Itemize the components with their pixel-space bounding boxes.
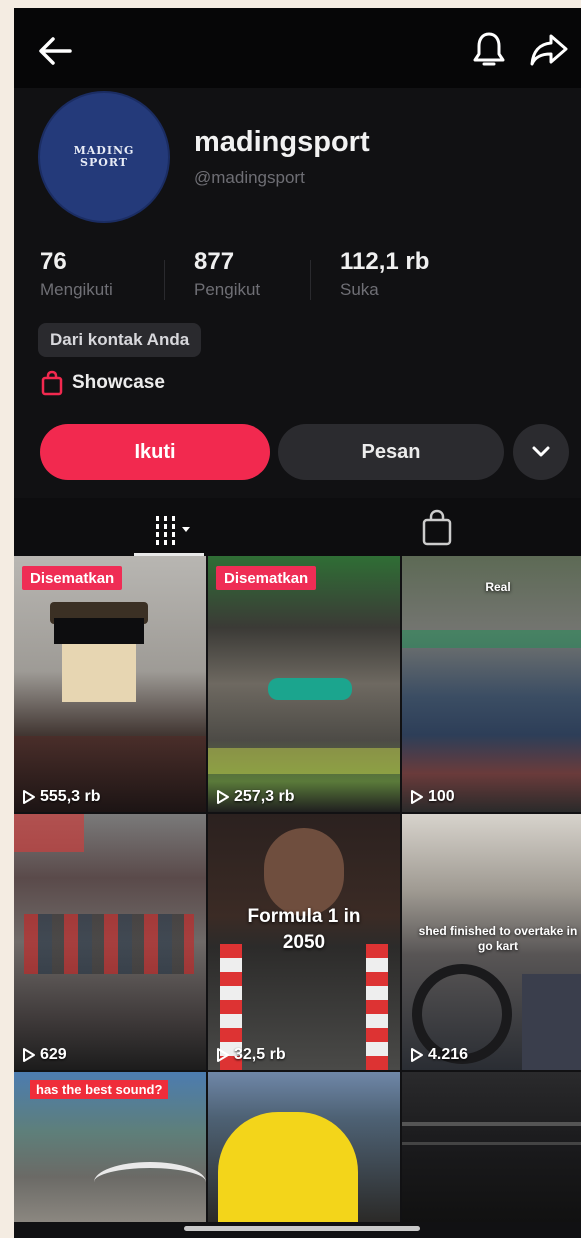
top-bar <box>14 8 581 88</box>
avatar[interactable]: MADING SPORT <box>38 91 170 223</box>
view-count: 555,3 rb <box>22 788 100 806</box>
showcase-label: Showcase <box>72 372 165 393</box>
tab-videos[interactable] <box>144 508 204 548</box>
video-thumbnail[interactable]: has the best sound? <box>14 1072 206 1222</box>
video-thumbnail[interactable]: shed finished to overtake in go kart 4.2… <box>402 814 581 1070</box>
stat-divider <box>164 260 165 300</box>
video-thumbnail[interactable]: Real 100 <box>402 556 581 812</box>
stat-followers[interactable]: 877 Pengikut <box>194 248 260 300</box>
stat-divider <box>310 260 311 300</box>
video-thumbnail[interactable] <box>208 1072 400 1222</box>
shopping-bag-icon <box>40 370 64 396</box>
video-thumbnail[interactable]: 629 <box>14 814 206 1070</box>
more-options-button[interactable] <box>513 424 569 480</box>
view-count-label: 629 <box>40 1046 67 1063</box>
message-button[interactable]: Pesan <box>278 424 504 480</box>
stat-followers-label: Pengikut <box>194 280 261 299</box>
contact-chip: Dari kontak Anda <box>38 323 202 357</box>
view-count-label: 257,3 rb <box>234 788 295 805</box>
video-caption: has the best sound? <box>30 1080 169 1099</box>
video-thumbnail[interactable]: Formula 1 in 2050 32,5 rb <box>208 814 400 1070</box>
shopping-bag-icon <box>414 508 460 548</box>
username-handle: @madingsport <box>194 168 305 187</box>
view-count-label: 100 <box>428 788 455 805</box>
avatar-logo-line-2: SPORT <box>80 156 128 169</box>
view-count-label: 32,5 rb <box>234 1046 286 1063</box>
home-bar-area <box>14 1222 581 1238</box>
share-arrow-icon[interactable] <box>529 32 569 68</box>
stat-likes-value: 112,1 rb <box>340 248 430 275</box>
view-count: 257,3 rb <box>216 788 294 806</box>
stat-following[interactable]: 76 Mengikuti <box>40 248 113 300</box>
home-indicator[interactable] <box>184 1226 420 1231</box>
view-count: 32,5 rb <box>216 1046 286 1064</box>
pinned-badge: Disematkan <box>22 566 123 590</box>
content-tabs <box>14 498 581 556</box>
stat-likes-label: Suka <box>340 280 379 299</box>
chevron-down-icon <box>531 445 551 459</box>
video-caption: Real <box>485 580 511 594</box>
grid-sort-icon <box>144 508 204 548</box>
video-thumbnail[interactable] <box>402 1072 581 1222</box>
view-count: 4.216 <box>410 1046 468 1064</box>
follow-button[interactable]: Ikuti <box>40 424 270 480</box>
view-count-label: 555,3 rb <box>40 788 101 805</box>
video-thumbnail[interactable]: Disematkan 555,3 rb <box>14 556 206 812</box>
phone-screen: MADING SPORT madingsport @madingsport 76… <box>14 8 581 1238</box>
bell-icon[interactable] <box>472 30 506 70</box>
stat-following-label: Mengikuti <box>40 280 113 299</box>
pinned-badge: Disematkan <box>216 566 317 590</box>
video-caption: shed finished to overtake in go kart <box>418 924 578 953</box>
showcase-link[interactable]: Showcase <box>40 368 165 398</box>
stat-likes[interactable]: 112,1 rb Suka <box>340 248 429 300</box>
display-name: madingsport <box>194 126 370 158</box>
tab-shop[interactable] <box>414 508 460 548</box>
view-count: 100 <box>410 788 455 806</box>
view-count-label: 4.216 <box>428 1046 469 1063</box>
stat-followers-value: 877 <box>194 248 235 275</box>
video-thumbnail[interactable]: Disematkan 257,3 rb <box>208 556 400 812</box>
view-count: 629 <box>22 1046 67 1064</box>
arrow-left-icon[interactable] <box>36 34 76 68</box>
stat-following-value: 76 <box>40 248 67 275</box>
video-caption: Formula 1 in 2050 <box>247 906 361 953</box>
video-grid: Disematkan 555,3 rb Disematkan 257,3 rb … <box>14 556 581 1222</box>
